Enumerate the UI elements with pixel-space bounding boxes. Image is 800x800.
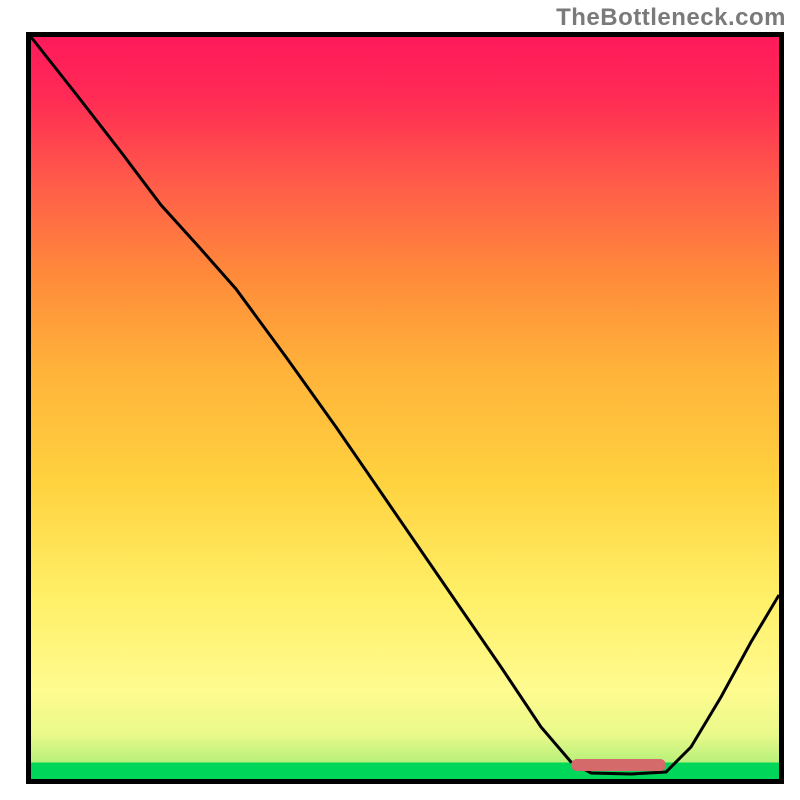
curve-path [31,37,779,774]
plot-frame [26,32,784,784]
bottleneck-curve [31,37,779,779]
watermark-text: TheBottleneck.com [556,4,786,32]
page-root: TheBottleneck.com [0,0,800,800]
optimum-marker [571,759,666,771]
